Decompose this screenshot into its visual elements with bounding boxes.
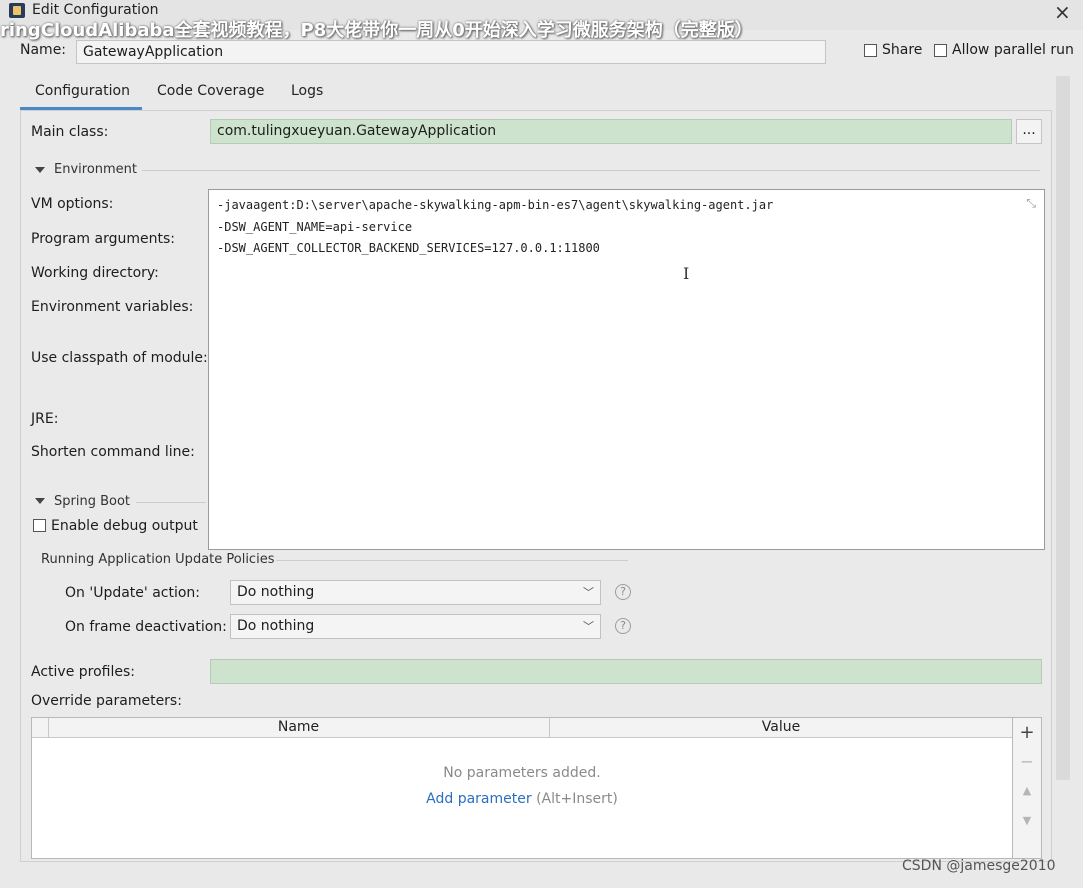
spring-boot-divider [136,502,206,503]
move-down-icon[interactable]: ▼ [1013,814,1041,827]
table-header: Name Value [32,718,1012,738]
help-icon[interactable]: ? [615,584,631,600]
column-header-value[interactable]: Value [550,719,1012,735]
collapse-editor-icon[interactable]: ⤡ [1026,196,1036,211]
update-action-select[interactable]: Do nothing ﹀ [230,580,601,605]
override-parameters-label: Override parameters: [31,693,182,709]
vertical-scrollbar[interactable] [1056,76,1070,780]
move-up-icon[interactable]: ▲ [1013,784,1041,797]
share-label[interactable]: Share [882,42,922,58]
spring-boot-section-title[interactable]: Spring Boot [54,494,130,509]
classpath-module-label: Use classpath of module: [31,350,208,366]
vm-option-line: -DSW_AGENT_NAME=api-service [217,220,413,234]
vm-option-line: -javaagent:D:\server\apache-skywalking-a… [217,198,774,212]
environment-section-title[interactable]: Environment [54,162,137,177]
tab-code-coverage[interactable]: Code Coverage [157,83,264,99]
add-icon[interactable]: + [1013,722,1041,743]
active-profiles-input[interactable] [210,659,1042,684]
help-icon[interactable]: ? [615,618,631,634]
vm-option-line: -DSW_AGENT_COLLECTOR_BACKEND_SERVICES=12… [217,241,600,255]
chevron-down-icon: ﹀ [583,586,594,599]
environment-collapse-icon[interactable] [35,167,45,173]
remove-icon[interactable]: − [1013,752,1041,771]
working-directory-label: Working directory: [31,265,159,281]
share-checkbox[interactable] [864,44,877,57]
environment-divider [142,170,1040,171]
text-cursor-icon: I [683,264,690,283]
add-parameter-link[interactable]: Add parameter [426,791,531,807]
program-arguments-label: Program arguments: [31,231,175,247]
shorten-command-line-label: Shorten command line: [31,444,195,460]
table-toolbar: + − ▲ ▼ [1013,717,1042,859]
add-parameter-row: Add parameter (Alt+Insert) [32,791,1012,807]
spring-boot-collapse-icon[interactable] [35,498,45,504]
vm-options-editor[interactable]: -javaagent:D:\server\apache-skywalking-a… [208,189,1045,550]
browse-main-class-button[interactable]: ... [1016,119,1042,144]
frame-deactivation-label: On frame deactivation: [65,619,227,635]
enable-debug-checkbox[interactable] [33,519,46,532]
enable-debug-label[interactable]: Enable debug output [51,518,198,534]
frame-deactivation-select[interactable]: Do nothing ﹀ [230,614,601,639]
tab-logs[interactable]: Logs [291,83,323,99]
column-header-name[interactable]: Name [48,719,549,735]
video-overlay-banner: ringCloudAlibaba全套视频教程，P8大佬带你一周从0开始深入学习微… [0,20,753,41]
main-class-label: Main class: [31,124,109,140]
override-parameters-table[interactable]: Name Value No parameters added. Add para… [31,717,1013,859]
allow-parallel-checkbox[interactable] [934,44,947,57]
csdn-watermark: CSDN @jamesge2010 [902,858,1056,874]
tab-configuration[interactable]: Configuration [35,83,130,99]
active-profiles-label: Active profiles: [31,664,135,680]
name-input[interactable]: GatewayApplication [76,40,826,64]
empty-table-message: No parameters added. [443,765,601,781]
vm-options-label: VM options: [31,196,114,212]
update-action-value: Do nothing [237,584,315,600]
update-policies-title: Running Application Update Policies [41,552,275,567]
environment-variables-label: Environment variables: [31,299,194,315]
update-action-label: On 'Update' action: [65,585,201,601]
jre-label: JRE: [31,411,59,427]
main-class-input[interactable]: com.tulingxueyuan.GatewayApplication [210,119,1012,144]
frame-deactivation-value: Do nothing [237,618,315,634]
add-parameter-shortcut: (Alt+Insert) [536,791,618,807]
allow-parallel-label[interactable]: Allow parallel run [952,42,1074,58]
chevron-down-icon: ﹀ [583,620,594,633]
close-icon[interactable]: × [1054,0,1071,24]
name-label: Name: [20,42,67,58]
update-policies-divider [276,560,628,561]
